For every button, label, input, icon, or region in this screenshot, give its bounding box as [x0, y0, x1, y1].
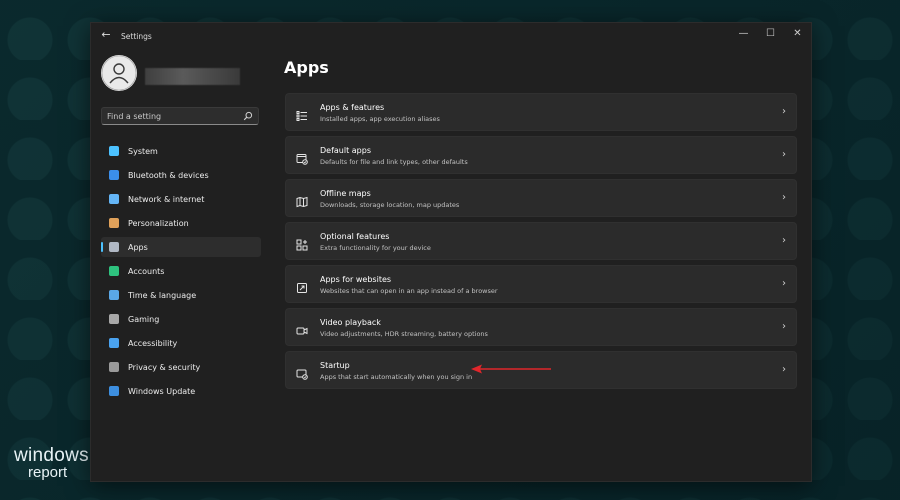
sidebar-item-label: Bluetooth & devices: [128, 170, 209, 180]
card-title: Default apps: [320, 146, 371, 155]
chevron-right-icon: ›: [782, 235, 786, 246]
close-button[interactable]: ✕: [784, 23, 811, 43]
apps-icon: [109, 242, 119, 252]
card-default-apps[interactable]: Default apps Defaults for file and link …: [285, 136, 797, 174]
sidebar-item-bluetooth[interactable]: Bluetooth & devices: [101, 165, 261, 185]
default-apps-icon: [296, 150, 308, 165]
sidebar-item-privacy-security[interactable]: Privacy & security: [101, 357, 261, 377]
sidebar-item-label: Accounts: [128, 266, 165, 276]
nav-list: System Bluetooth & devices Network & int…: [101, 141, 261, 405]
sidebar-item-time-language[interactable]: Time & language: [101, 285, 261, 305]
minimize-button[interactable]: —: [730, 23, 757, 43]
windows-report-logo: windows report: [14, 446, 89, 480]
search-input[interactable]: [107, 108, 237, 124]
search-icon[interactable]: [243, 111, 253, 121]
card-offline-maps[interactable]: Offline maps Downloads, storage location…: [285, 179, 797, 217]
card-apps-features[interactable]: Apps & features Installed apps, app exec…: [285, 93, 797, 131]
sidebar-item-apps[interactable]: Apps: [101, 237, 261, 257]
sidebar-item-label: Network & internet: [128, 194, 205, 204]
brand-line-1: windows: [14, 445, 89, 466]
gamepad-icon: [109, 314, 119, 324]
person-icon: [109, 266, 119, 276]
card-description: Extra functionality for your device: [320, 244, 431, 252]
page-title: Apps: [284, 58, 329, 77]
video-icon: [296, 322, 308, 335]
card-description: Apps that start automatically when you s…: [320, 373, 473, 381]
sidebar-item-personalization[interactable]: Personalization: [101, 213, 261, 233]
grid-plus-icon: [296, 236, 308, 251]
card-description: Websites that can open in an app instead…: [320, 287, 498, 295]
startup-icon: [296, 365, 308, 380]
sidebar-item-label: Privacy & security: [128, 362, 201, 372]
window-controls: — ☐ ✕: [730, 23, 811, 43]
bluetooth-icon: [109, 170, 119, 180]
accessibility-icon: [109, 338, 119, 348]
settings-window: ← Settings — ☐ ✕ Find a setting System B…: [90, 22, 812, 482]
blurred-user-name: [145, 68, 240, 85]
sidebar: System Bluetooth & devices Network & int…: [99, 53, 263, 473]
sidebar-item-label: Time & language: [128, 290, 197, 300]
card-optional-features[interactable]: Optional features Extra functionality fo…: [285, 222, 797, 260]
sidebar-item-accounts[interactable]: Accounts: [101, 261, 261, 281]
update-icon: [109, 386, 119, 396]
card-description: Downloads, storage location, map updates: [320, 201, 460, 209]
shield-icon: [109, 362, 119, 372]
maximize-button[interactable]: ☐: [757, 23, 784, 43]
person-silhouette-icon: [101, 55, 137, 91]
sidebar-item-label: Gaming: [128, 314, 160, 324]
title-bar: ← Settings — ☐ ✕: [91, 23, 811, 47]
list-icon: [296, 107, 308, 121]
sidebar-item-label: Accessibility: [128, 338, 178, 348]
globe-clock-icon: [109, 290, 119, 300]
card-description: Video adjustments, HDR streaming, batter…: [320, 330, 488, 338]
settings-cards: Apps & features Installed apps, app exec…: [285, 93, 797, 394]
card-title: Video playback: [320, 318, 381, 327]
chevron-right-icon: ›: [782, 149, 786, 160]
chevron-right-icon: ›: [782, 364, 786, 375]
sidebar-item-label: System: [128, 146, 158, 156]
map-icon: [296, 193, 308, 208]
user-profile[interactable]: [101, 55, 261, 95]
card-video-playback[interactable]: Video playback Video adjustments, HDR st…: [285, 308, 797, 346]
sidebar-item-label: Apps: [128, 242, 148, 252]
card-description: Installed apps, app execution aliases: [320, 115, 440, 123]
chevron-right-icon: ›: [782, 106, 786, 117]
brush-icon: [109, 218, 119, 228]
sidebar-item-system[interactable]: System: [101, 141, 261, 161]
red-arrow-annotation: [471, 364, 551, 374]
card-title: Apps & features: [320, 103, 385, 112]
monitor-icon: [109, 146, 119, 156]
sidebar-item-gaming[interactable]: Gaming: [101, 309, 261, 329]
card-apps-for-websites[interactable]: Apps for websites Websites that can open…: [285, 265, 797, 303]
brand-line-2: report: [28, 464, 68, 481]
sidebar-item-network[interactable]: Network & internet: [101, 189, 261, 209]
window-title: Settings: [121, 32, 152, 41]
sidebar-item-label: Personalization: [128, 218, 189, 228]
card-title: Apps for websites: [320, 275, 392, 284]
search-box[interactable]: [101, 107, 259, 125]
sidebar-item-windows-update[interactable]: Windows Update: [101, 381, 261, 401]
chevron-right-icon: ›: [782, 278, 786, 289]
wifi-icon: [109, 194, 119, 204]
chevron-right-icon: ›: [782, 192, 786, 203]
card-title: Optional features: [320, 232, 390, 241]
card-title: Offline maps: [320, 189, 371, 198]
card-title: Startup: [320, 361, 350, 370]
web-app-icon: [296, 279, 308, 293]
back-arrow-icon[interactable]: ←: [99, 28, 113, 42]
card-description: Defaults for file and link types, other …: [320, 158, 468, 166]
chevron-right-icon: ›: [782, 321, 786, 332]
avatar[interactable]: [101, 55, 137, 91]
sidebar-item-accessibility[interactable]: Accessibility: [101, 333, 261, 353]
sidebar-item-label: Windows Update: [128, 386, 196, 396]
